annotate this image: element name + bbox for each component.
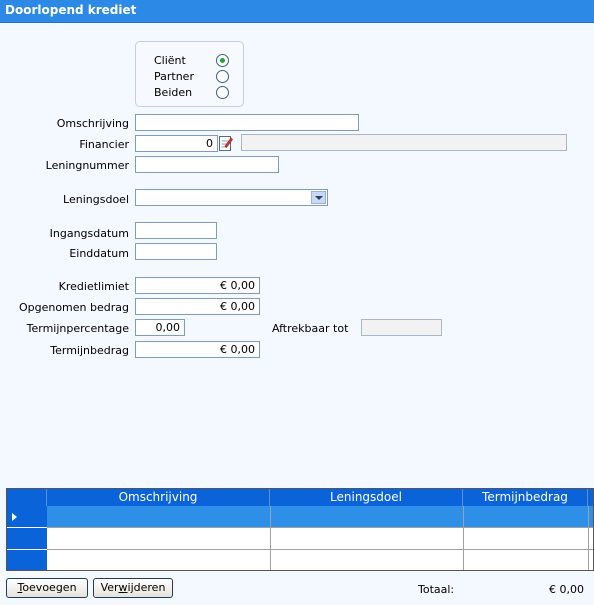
table-row[interactable] xyxy=(47,550,593,570)
financier-lookup-icon[interactable] xyxy=(218,135,233,152)
remove-button-label-rest: ijderen xyxy=(127,581,166,594)
table-row[interactable] xyxy=(47,528,593,550)
leningsdoel-select[interactable] xyxy=(135,189,328,206)
kredietlimiet-input[interactable]: € 0,00 xyxy=(135,277,260,294)
remove-button-label-prefix: Ver xyxy=(100,581,119,594)
ingangsdatum-label: Ingangsdatum xyxy=(49,227,129,240)
window-titlebar: Doorlopend krediet xyxy=(0,0,594,23)
financier-code-input[interactable]: 0 xyxy=(135,135,218,152)
grid-corner xyxy=(7,489,47,506)
grid-row-header[interactable] xyxy=(7,528,47,550)
aftrekbaar-tot-label: Aftrekbaar tot xyxy=(272,322,349,335)
termijnpercentage-input[interactable]: 0,00 xyxy=(135,319,185,336)
radio-label-beiden: Beiden xyxy=(154,86,193,99)
add-button-label-rest: oevoegen xyxy=(22,581,77,594)
leningsdoel-label: Leningsdoel xyxy=(63,193,129,206)
einddatum-label: Einddatum xyxy=(69,247,129,260)
leningnummer-label: Leningnummer xyxy=(45,159,129,172)
ingangsdatum-input[interactable] xyxy=(135,222,217,239)
radio-button-beiden[interactable] xyxy=(216,86,229,99)
total-label: Totaal: xyxy=(418,583,455,596)
grid-column-divider xyxy=(270,506,271,570)
termijnbedrag-label: Termijnbedrag xyxy=(50,344,129,357)
grid-column-divider xyxy=(588,506,589,570)
aftrekbaar-tot-input[interactable] xyxy=(361,319,442,336)
row-pointer-icon xyxy=(12,513,17,521)
opgenomen-bedrag-input[interactable]: € 0,00 xyxy=(135,298,260,315)
total-value: € 0,00 xyxy=(549,583,584,596)
radio-option-client[interactable]: Cliënt xyxy=(154,53,234,69)
radio-option-partner[interactable]: Partner xyxy=(154,69,234,85)
radio-option-beiden[interactable]: Beiden xyxy=(154,85,234,101)
financier-label: Financier xyxy=(79,138,129,151)
grid-column-termijnbedrag[interactable]: Termijnbedrag xyxy=(463,489,588,506)
termijnpercentage-label: Termijnpercentage xyxy=(26,322,129,335)
owner-radio-group: Cliënt Partner Beiden xyxy=(135,41,244,107)
grid-row-header[interactable] xyxy=(7,550,47,570)
grid-column-divider xyxy=(463,506,464,570)
table-row-selected[interactable] xyxy=(47,506,593,528)
opgenomen-bedrag-label: Opgenomen bedrag xyxy=(18,301,129,314)
grid-column-extra xyxy=(588,489,593,506)
termijnbedrag-input[interactable]: € 0,00 xyxy=(135,341,260,358)
radio-button-partner[interactable] xyxy=(216,70,229,83)
chevron-down-icon[interactable] xyxy=(311,191,326,204)
kredietlimiet-label: Kredietlimiet xyxy=(58,280,129,293)
grid-header: Omschrijving Leningsdoel Termijnbedrag xyxy=(7,489,593,506)
omschrijving-label: Omschrijving xyxy=(56,117,129,130)
window-title: Doorlopend krediet xyxy=(5,3,137,17)
einddatum-input[interactable] xyxy=(135,243,217,260)
grid-row-header-selected[interactable] xyxy=(7,506,47,528)
grid-column-omschrijving[interactable]: Omschrijving xyxy=(47,489,270,506)
radio-button-client[interactable] xyxy=(216,54,229,67)
remove-button[interactable]: Verwijderen xyxy=(93,578,173,598)
grid-column-leningsdoel[interactable]: Leningsdoel xyxy=(270,489,463,506)
omschrijving-input[interactable] xyxy=(135,114,359,131)
credit-grid[interactable]: Omschrijving Leningsdoel Termijnbedrag xyxy=(6,488,594,571)
financier-name-display xyxy=(241,134,567,151)
remove-button-hotkey: w xyxy=(118,581,128,594)
add-button[interactable]: Toevoegen xyxy=(6,578,88,598)
radio-label-client: Cliënt xyxy=(154,54,186,67)
leningnummer-input[interactable] xyxy=(135,156,279,173)
radio-label-partner: Partner xyxy=(154,70,194,83)
